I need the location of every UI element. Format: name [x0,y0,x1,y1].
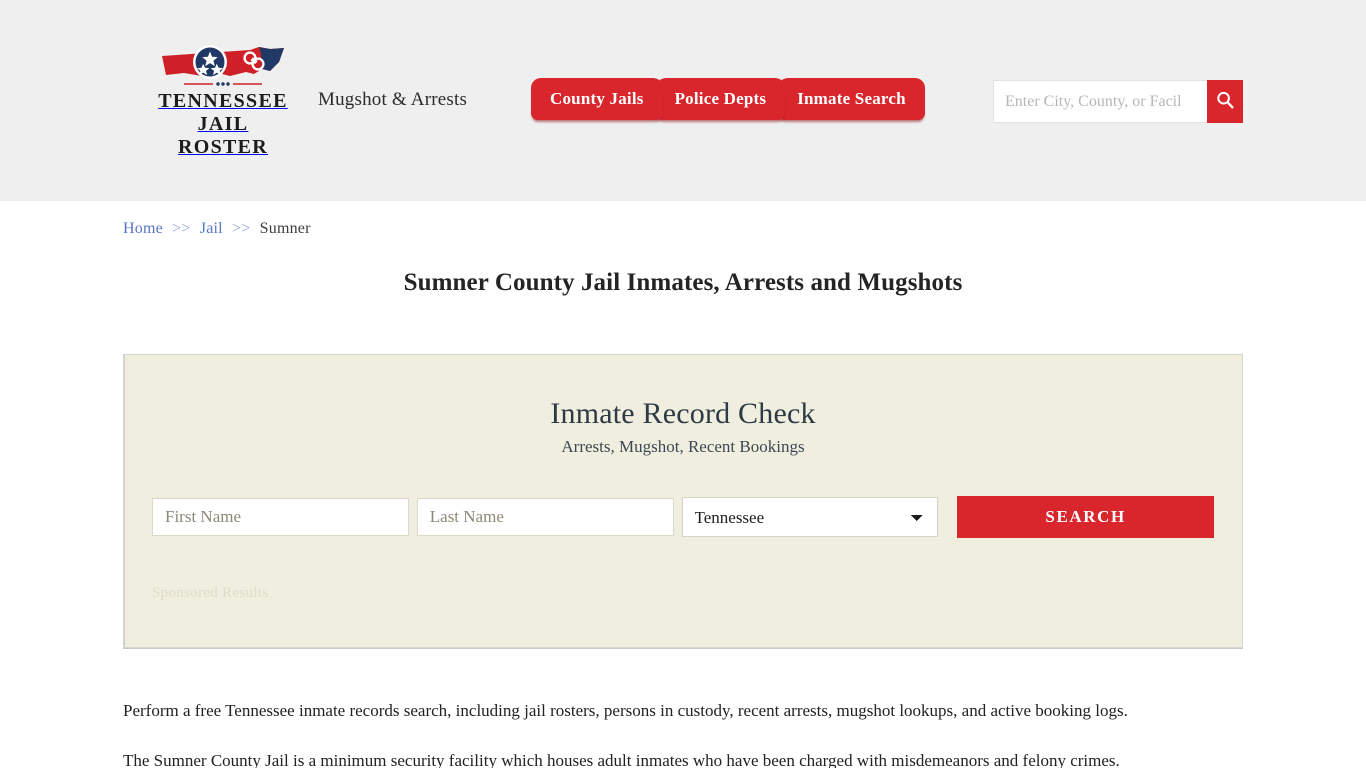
body-copy: Perform a free Tennessee inmate records … [123,698,1218,768]
nav-inmate-search-button[interactable]: Inmate Search [778,78,925,120]
site-header: TENNESSEE JAIL ROSTER Mugshot & Arrests … [0,0,1366,201]
last-name-input[interactable] [416,498,674,536]
body-paragraph: Perform a free Tennessee inmate records … [123,701,1128,720]
header-inner: TENNESSEE JAIL ROSTER Mugshot & Arrests … [123,0,1243,201]
sponsored-results-label: Sponsored Results [152,585,269,601]
brand-logo-link[interactable]: TENNESSEE JAIL ROSTER [158,42,288,159]
header-search-form [993,80,1243,123]
nav-police-depts-button[interactable]: Police Depts [655,78,786,120]
page-title: Sumner County Jail Inmates, Arrests and … [403,269,963,296]
main-navigation: County Jails Police Depts Inmate Search [531,78,925,124]
header-search-submit-button[interactable] [1206,80,1243,123]
search-icon [1215,90,1235,113]
breadcrumb-item-current: Sumner [259,220,311,237]
breadcrumb: Home >> Jail >> Sumner [123,201,1243,238]
inmate-search-submit-button[interactable]: SEARCH [957,496,1214,538]
main-content: Home >> Jail >> Sumner Sumner County Jai… [123,201,1243,768]
brand-name: TENNESSEE JAIL ROSTER [158,90,288,158]
panel-title: Inmate Record Check [550,397,816,430]
inmate-search-form: Tennessee SEARCH [152,496,1214,538]
state-select[interactable]: Tennessee [681,497,939,537]
panel-subtitle: Arrests, Mugshot, Recent Bookings [561,437,805,456]
header-search-input[interactable] [993,80,1207,123]
breadcrumb-separator: >> [232,220,251,237]
body-paragraph: The Sumner County Jail is a minimum secu… [123,751,1120,768]
breadcrumb-item-home[interactable]: Home [123,220,163,237]
inmate-record-check-panel: Inmate Record Check Arrests, Mugshot, Re… [123,354,1243,648]
nav-county-jails-button[interactable]: County Jails [531,78,663,120]
tennessee-state-handcuffs-logo-icon [158,42,288,90]
site-tagline: Mugshot & Arrests [318,89,468,110]
breadcrumb-separator: >> [172,220,191,237]
first-name-input[interactable] [152,498,409,536]
breadcrumb-item-jail[interactable]: Jail [200,220,223,237]
